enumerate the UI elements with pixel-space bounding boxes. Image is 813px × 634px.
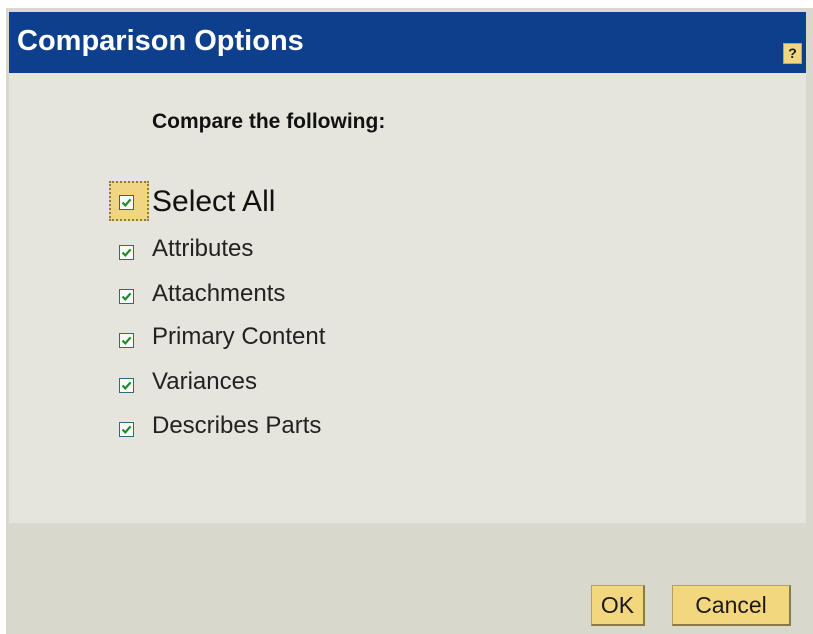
primary-content-checkbox[interactable] — [119, 333, 134, 348]
checkmark-icon — [121, 198, 132, 208]
describes-parts-checkbox[interactable] — [119, 422, 134, 437]
checkmark-icon — [121, 425, 132, 435]
attachments-checkbox[interactable] — [119, 289, 134, 304]
checkmark-icon — [121, 336, 132, 346]
describes-parts-label[interactable]: Describes Parts — [152, 412, 321, 440]
dialog-title: Comparison Options — [17, 25, 304, 57]
compare-heading: Compare the following: — [152, 110, 386, 133]
checkmark-icon — [121, 381, 132, 391]
cancel-button[interactable]: Cancel — [672, 585, 791, 626]
attributes-label[interactable]: Attributes — [152, 235, 253, 263]
attributes-checkbox[interactable] — [119, 245, 134, 260]
variances-label[interactable]: Variances — [152, 368, 257, 396]
dialog-titlebar: Comparison Options ? — [9, 12, 806, 73]
attachments-label[interactable]: Attachments — [152, 280, 285, 308]
help-icon[interactable]: ? — [783, 43, 802, 64]
variances-checkbox[interactable] — [119, 378, 134, 393]
ok-button[interactable]: OK — [591, 585, 645, 626]
checkmark-icon — [121, 292, 132, 302]
checkmark-icon — [121, 248, 132, 258]
primary-content-label[interactable]: Primary Content — [152, 323, 325, 351]
select-all-checkbox[interactable] — [119, 195, 134, 210]
select-all-label[interactable]: Select All — [152, 185, 275, 219]
